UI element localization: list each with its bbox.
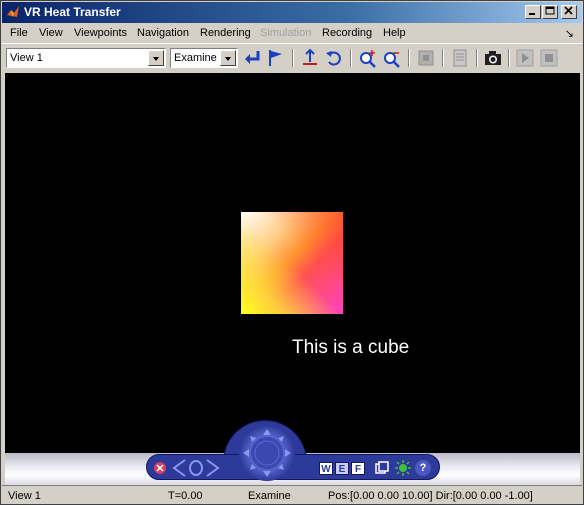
menu-help[interactable]: Help xyxy=(383,27,406,39)
play-disabled-icon xyxy=(516,49,534,67)
menu-navigation[interactable]: Navigation xyxy=(137,27,189,39)
maximize-icon xyxy=(545,6,555,15)
status-bar: View 1 T=0.00 Examine Pos:[0.00 0.00 10.… xyxy=(2,485,582,504)
zoom-in-icon[interactable] xyxy=(358,48,378,68)
cube-shape[interactable] xyxy=(241,212,343,314)
status-viewpoint: View 1 xyxy=(8,490,41,502)
application-window: VR Heat Transfer File View Viewpoints Na… xyxy=(0,0,584,505)
status-mode: Examine xyxy=(248,490,291,502)
title-bar[interactable]: VR Heat Transfer xyxy=(2,2,582,23)
minimize-button[interactable] xyxy=(525,5,541,19)
straighten-up-icon[interactable] xyxy=(300,48,320,68)
rendering-disabled-icon xyxy=(418,50,434,66)
next-viewpoint-icon[interactable] xyxy=(205,458,221,478)
headlight-icon[interactable] xyxy=(395,460,411,476)
help-button[interactable]: ? xyxy=(415,460,431,476)
dock-arrow-icon[interactable]: ↘ xyxy=(565,27,574,40)
toolbar-separator xyxy=(476,49,478,67)
menu-file[interactable]: File xyxy=(10,27,28,39)
matlab-logo-icon xyxy=(7,6,19,17)
navigation-wheel[interactable] xyxy=(239,425,295,481)
scene-label: This is a cube xyxy=(292,337,410,358)
copy-view-icon[interactable] xyxy=(375,461,389,475)
toolbar-separator xyxy=(508,49,510,67)
toolbar-separator xyxy=(408,49,410,67)
menu-bar: File View Viewpoints Navigation Renderin… xyxy=(2,23,582,43)
menu-simulation: Simulation xyxy=(260,27,312,39)
minimize-icon xyxy=(529,13,535,15)
close-icon xyxy=(564,6,573,15)
close-button[interactable] xyxy=(561,5,577,19)
status-time: T=0.00 xyxy=(168,490,203,502)
navmode-select-value: Examine xyxy=(174,52,217,64)
toolbar-separator xyxy=(350,49,352,67)
stop-disabled-icon xyxy=(540,49,558,67)
status-pos-dir: Pos:[0.00 0.00 10.00] Dir:[0.00 0.00 -1.… xyxy=(328,490,533,502)
viewpoint-select[interactable]: View 1 xyxy=(6,48,166,68)
document-disabled-icon xyxy=(453,49,467,67)
chevron-down-icon[interactable] xyxy=(220,50,236,66)
chevron-down-icon[interactable] xyxy=(148,50,164,66)
window-title: VR Heat Transfer xyxy=(24,5,121,19)
wireframe-toggle[interactable]: W xyxy=(319,462,333,475)
close-panel-icon[interactable] xyxy=(153,461,167,475)
undo-move-icon[interactable] xyxy=(324,48,344,68)
toolbar-separator xyxy=(442,49,444,67)
zoom-out-icon[interactable] xyxy=(382,48,402,68)
navmode-select[interactable]: Examine xyxy=(170,48,238,68)
examine-toggle[interactable]: E xyxy=(335,462,349,475)
maximize-button[interactable] xyxy=(542,5,558,19)
toolbar: View 1 Examine xyxy=(2,43,582,71)
menu-view[interactable]: View xyxy=(39,27,63,39)
menu-rendering[interactable]: Rendering xyxy=(200,27,251,39)
home-viewpoint-icon[interactable] xyxy=(187,459,205,477)
previous-viewpoint-icon[interactable] xyxy=(171,458,187,478)
fly-toggle[interactable]: F xyxy=(351,462,365,475)
return-to-viewpoint-icon[interactable] xyxy=(243,48,263,68)
menu-viewpoints[interactable]: Viewpoints xyxy=(74,27,127,39)
menu-recording[interactable]: Recording xyxy=(322,27,372,39)
viewpoint-select-value: View 1 xyxy=(10,52,43,64)
camera-capture-icon[interactable] xyxy=(483,48,503,68)
vr-canvas[interactable]: This is a cube xyxy=(5,73,580,453)
direction-arrows-icon[interactable] xyxy=(239,425,295,481)
toolbar-separator xyxy=(292,49,294,67)
navigation-panel: W E F ? xyxy=(5,420,580,485)
create-viewpoint-flag-icon[interactable] xyxy=(266,48,286,68)
